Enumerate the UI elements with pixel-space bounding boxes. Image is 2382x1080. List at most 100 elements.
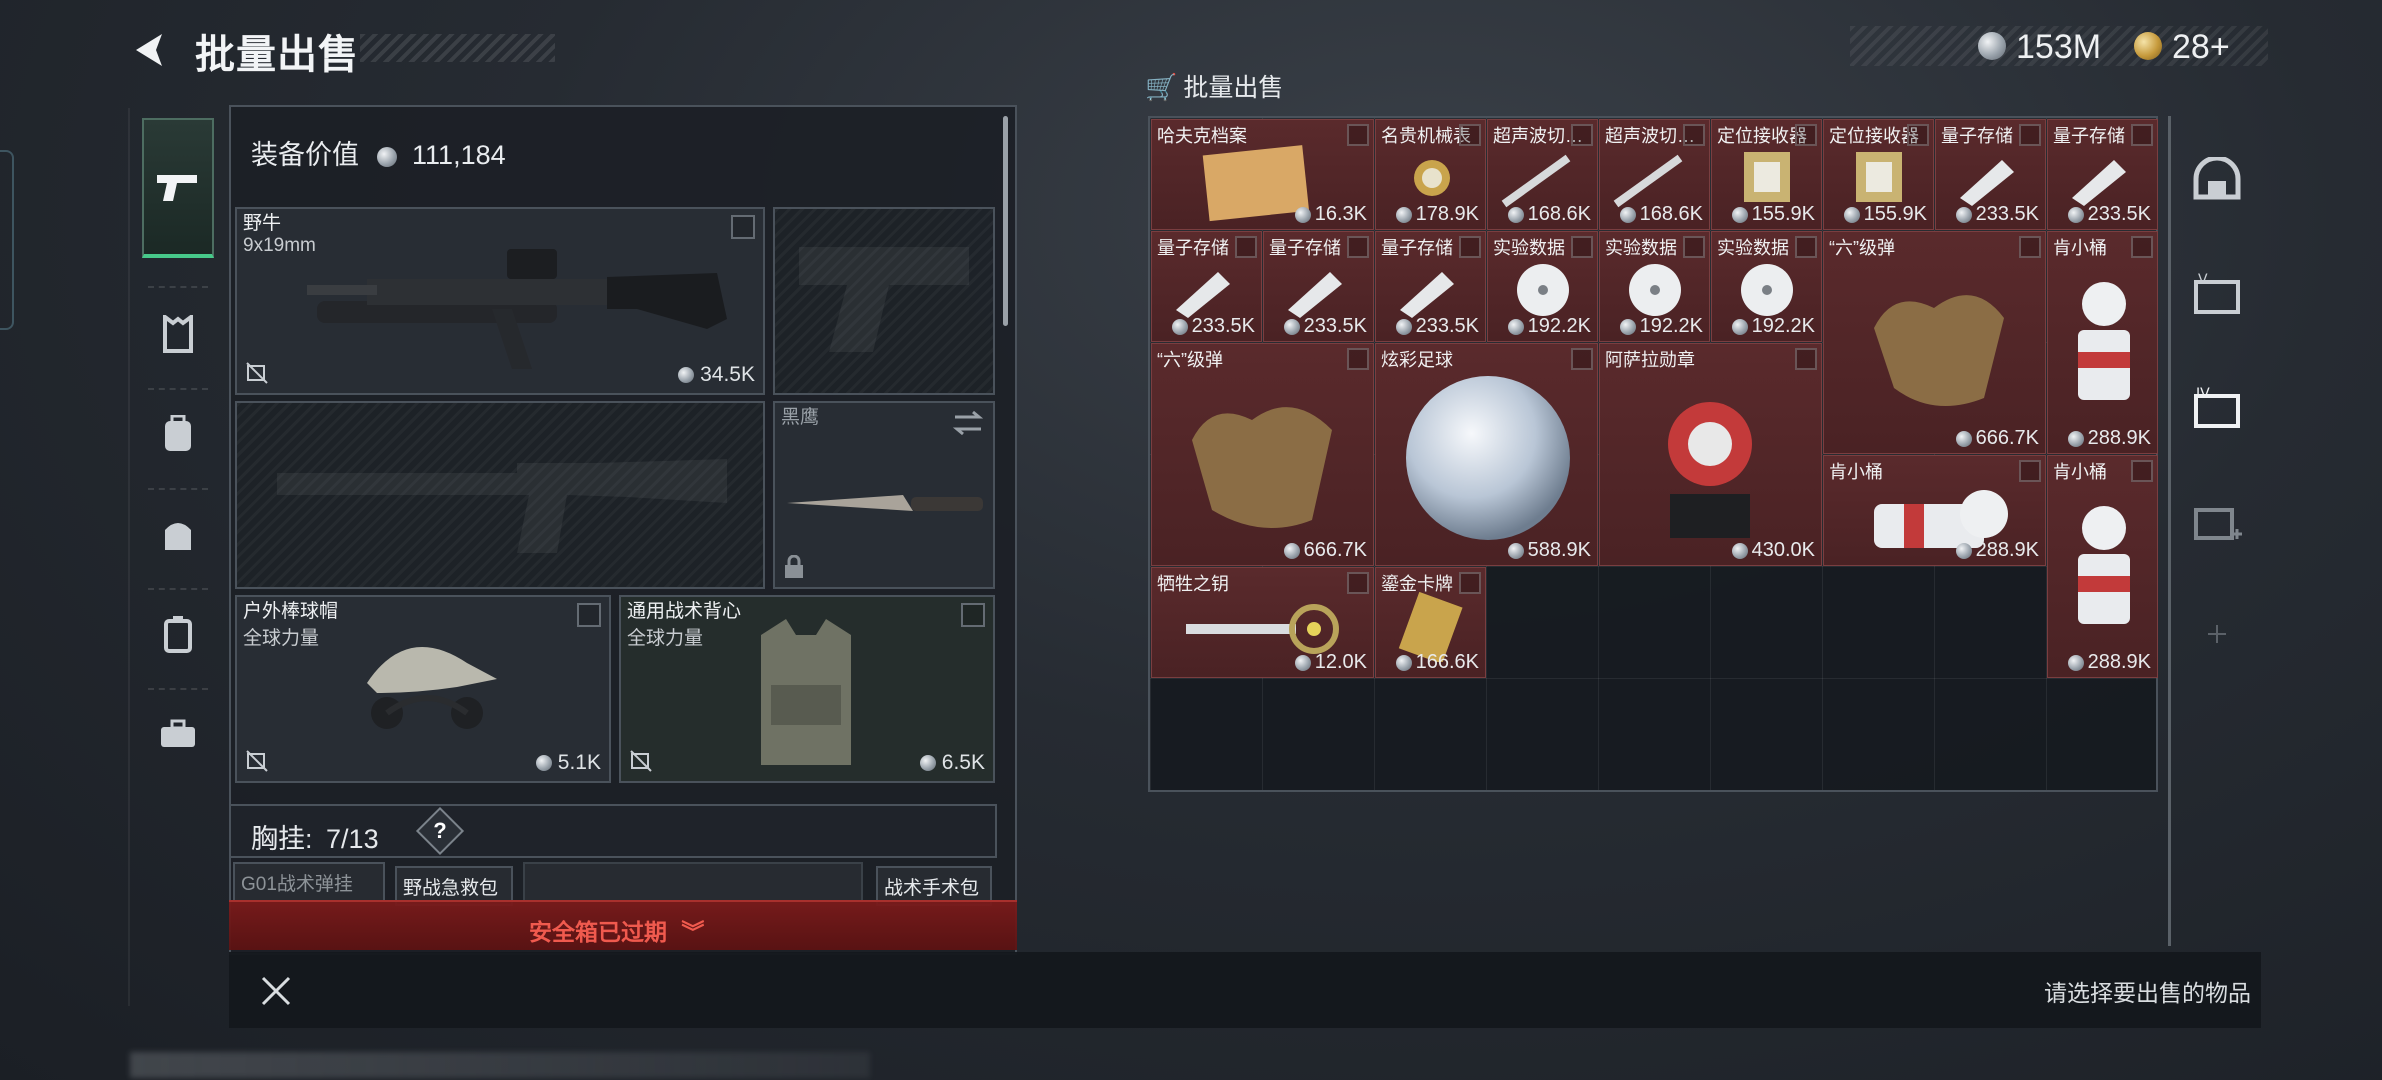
grid-item[interactable]: 定位接收器 155.9K bbox=[1823, 119, 1934, 230]
item-price: 34.5K bbox=[678, 363, 755, 387]
helmet-name: 户外棒球帽 bbox=[243, 601, 339, 622]
safebox-expired-bar[interactable]: 安全箱已过期 ︾ bbox=[229, 900, 1017, 950]
grid-item[interactable]: 名贵机械表 178.9K bbox=[1375, 119, 1486, 230]
select-checkbox[interactable] bbox=[1795, 236, 1817, 258]
grid-item[interactable]: 量子存储 233.5K bbox=[1375, 231, 1486, 342]
select-checkbox[interactable] bbox=[1347, 124, 1369, 146]
silver-coin-icon bbox=[1507, 542, 1524, 559]
grid-item[interactable]: 哈夫克档案 16.3K bbox=[1151, 119, 1374, 230]
rail-tag-add[interactable] bbox=[2189, 494, 2245, 550]
select-checkbox[interactable] bbox=[2131, 236, 2153, 258]
pistol-icon bbox=[157, 175, 197, 201]
grid-item[interactable]: 超声波切… 168.6K bbox=[1599, 119, 1710, 230]
grid-item[interactable]: 超声波切… 168.6K bbox=[1487, 119, 1598, 230]
select-checkbox[interactable] bbox=[1347, 572, 1369, 594]
chest-mini-slot-1[interactable]: G01战术弹挂 bbox=[233, 862, 385, 902]
grid-item[interactable]: 实验数据 192.2K bbox=[1711, 231, 1822, 342]
select-checkbox[interactable] bbox=[1571, 348, 1593, 370]
grid-item[interactable]: 定位接收器 155.9K bbox=[1711, 119, 1822, 230]
item-price: 155.9K bbox=[1731, 203, 1815, 226]
nav-case[interactable] bbox=[142, 598, 214, 670]
select-checkbox[interactable] bbox=[1571, 124, 1593, 146]
rail-add[interactable] bbox=[2189, 606, 2245, 662]
melee-slot[interactable]: 黑鹰 bbox=[773, 401, 995, 589]
pistol-slot[interactable] bbox=[773, 207, 995, 395]
select-checkbox[interactable] bbox=[1795, 124, 1817, 146]
grid-item[interactable]: 肯小桶 288.9K bbox=[2047, 455, 2158, 678]
close-icon[interactable] bbox=[259, 974, 293, 1008]
select-checkbox[interactable] bbox=[2019, 460, 2041, 482]
panel-title-text: 批量出售 bbox=[1183, 74, 1284, 102]
grid-item[interactable]: “六”级弹 666.7K bbox=[1151, 343, 1374, 566]
item-image bbox=[1744, 152, 1790, 202]
helmet-slot[interactable]: 户外棒球帽 全球力量 5.1K bbox=[235, 595, 611, 783]
grid-item[interactable]: 牺牲之钥 12.0K bbox=[1151, 567, 1374, 678]
swap-icon[interactable] bbox=[951, 409, 985, 437]
grid-item[interactable]: 炫彩足球 588.9K bbox=[1375, 343, 1598, 566]
grid-item[interactable]: 肯小桶 288.9K bbox=[2047, 231, 2158, 454]
grid-item[interactable]: 实验数据 192.2K bbox=[1487, 231, 1598, 342]
select-checkbox[interactable] bbox=[1347, 236, 1369, 258]
select-checkbox[interactable] bbox=[1459, 572, 1481, 594]
grid-item[interactable]: 量子存储 233.5K bbox=[2047, 119, 2158, 230]
select-checkbox[interactable] bbox=[577, 603, 601, 627]
nav-weapon[interactable] bbox=[142, 118, 214, 258]
rail-helmet[interactable] bbox=[2189, 152, 2245, 208]
grid-item[interactable]: 鎏金卡牌 166.6K bbox=[1375, 567, 1486, 678]
item-image bbox=[1400, 272, 1454, 318]
item-price: 16.3K bbox=[1294, 203, 1367, 226]
left-edge-tab[interactable] bbox=[0, 150, 14, 330]
select-checkbox[interactable] bbox=[1459, 236, 1481, 258]
item-image bbox=[1874, 295, 2004, 406]
armor-name: 通用战术背心 bbox=[627, 601, 742, 622]
item-price: 666.7K bbox=[1955, 427, 2039, 450]
grid-item[interactable]: 阿萨拉勋章 430.0K bbox=[1599, 343, 1822, 566]
armor-slot[interactable]: 通用战术背心 全球力量 6.5K bbox=[619, 595, 995, 783]
grid-item[interactable]: 肯小桶 288.9K bbox=[1823, 455, 2046, 566]
select-checkbox[interactable] bbox=[1795, 348, 1817, 370]
chest-mini-slot-empty[interactable] bbox=[523, 862, 863, 902]
rail-tag-iv[interactable]: IV bbox=[2189, 380, 2245, 436]
chest-rig-row[interactable]: 胸挂: 7/13 ? bbox=[229, 804, 997, 858]
item-image bbox=[1856, 152, 1902, 202]
select-hint: 请选择要出售的物品 bbox=[2044, 980, 2251, 1006]
item-image bbox=[2072, 160, 2126, 206]
nav-armor[interactable] bbox=[142, 298, 214, 370]
silver-coin-icon bbox=[1283, 542, 1300, 559]
select-checkbox[interactable] bbox=[1683, 236, 1705, 258]
secondary-weapon-slot[interactable] bbox=[235, 401, 765, 589]
select-checkbox[interactable] bbox=[961, 603, 985, 627]
equipment-scrollbar[interactable] bbox=[1003, 116, 1008, 326]
silver-coin-icon bbox=[1955, 542, 1972, 559]
grid-item[interactable]: 量子存储 233.5K bbox=[1151, 231, 1262, 342]
select-checkbox[interactable] bbox=[2019, 124, 2041, 146]
no-insure-icon bbox=[630, 750, 652, 772]
select-checkbox[interactable] bbox=[1235, 236, 1257, 258]
coins-balance[interactable]: 153M bbox=[2016, 28, 2101, 67]
silver-coin-icon bbox=[919, 755, 936, 772]
item-image bbox=[1192, 407, 1332, 528]
rail-tag-v[interactable]: V bbox=[2189, 266, 2245, 322]
select-checkbox[interactable] bbox=[1683, 124, 1705, 146]
back-arrow-icon[interactable] bbox=[128, 28, 172, 72]
select-checkbox[interactable] bbox=[1459, 124, 1481, 146]
select-checkbox[interactable] bbox=[2019, 236, 2041, 258]
nav-tools[interactable] bbox=[142, 698, 214, 770]
select-checkbox[interactable] bbox=[1347, 348, 1369, 370]
item-image bbox=[2078, 282, 2130, 400]
grid-item[interactable]: “六”级弹 666.7K bbox=[1823, 231, 2046, 454]
silver-coin-icon bbox=[535, 755, 552, 772]
select-checkbox[interactable] bbox=[2131, 460, 2153, 482]
select-checkbox[interactable] bbox=[1907, 124, 1929, 146]
nav-backpack[interactable] bbox=[142, 398, 214, 470]
grid-item[interactable]: 实验数据 192.2K bbox=[1599, 231, 1710, 342]
select-checkbox[interactable] bbox=[1571, 236, 1593, 258]
gold-balance[interactable]: 28+ bbox=[2172, 28, 2230, 67]
help-icon[interactable]: ? bbox=[415, 806, 465, 856]
primary-weapon-slot[interactable]: 野牛 9x19mm 34.5K bbox=[235, 207, 765, 395]
grid-item[interactable]: 量子存储 233.5K bbox=[1263, 231, 1374, 342]
knife-image bbox=[787, 495, 983, 511]
grid-item[interactable]: 量子存储 233.5K bbox=[1935, 119, 2046, 230]
select-checkbox[interactable] bbox=[2131, 124, 2153, 146]
nav-bag[interactable] bbox=[142, 498, 214, 570]
